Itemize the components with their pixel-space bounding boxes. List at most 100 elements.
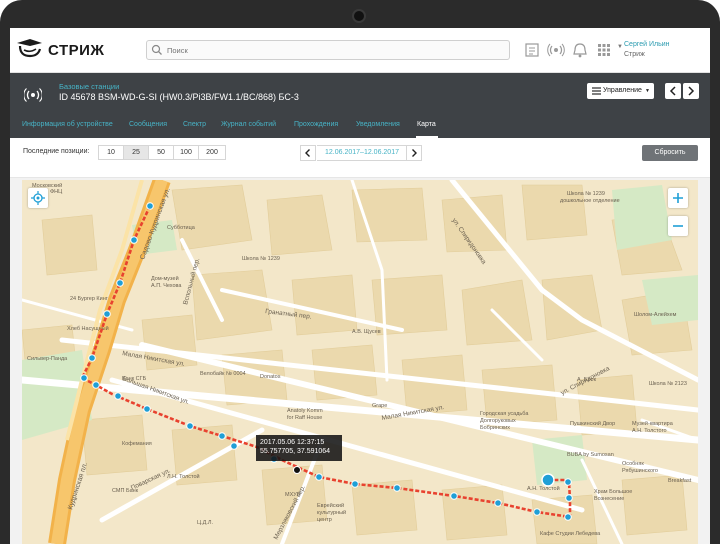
svg-text:Кофемания: Кофемания (122, 441, 152, 447)
svg-text:СМП Банк: СМП Банк (112, 488, 139, 494)
tab-notifications[interactable]: Уведомления (356, 121, 400, 128)
tab-map[interactable]: Карта (417, 121, 436, 128)
reset-button[interactable]: Сбросить (642, 145, 698, 161)
svg-text:культурный: культурный (317, 509, 346, 516)
user-menu-chevron-icon[interactable]: ▼ (617, 44, 623, 50)
prev-device-button[interactable] (665, 83, 681, 99)
current-position-marker[interactable] (541, 473, 555, 487)
date-range-field[interactable]: 12.06.2017–12.06.2017 (317, 145, 407, 161)
svg-text:Школа № 1239: Школа № 1239 (567, 191, 605, 197)
svg-text:Школа № 2123: Школа № 2123 (649, 381, 687, 387)
user-menu[interactable]: Сергей Ильин Стриж (624, 40, 670, 60)
device-frame: СТРИЖ Поиск ▼ Сергей Ильин Стриж Базовые… (0, 0, 720, 544)
route-point[interactable] (450, 492, 458, 500)
svg-text:Grape: Grape (372, 403, 387, 409)
map-view[interactable]: Садово-Кудринская ул. Кудринская пл. Всп… (22, 180, 698, 544)
route-point[interactable] (116, 279, 124, 287)
chevron-left-icon (669, 86, 676, 96)
apps-grid-icon[interactable] (595, 41, 613, 59)
tab-messages[interactable]: Сообщения (129, 121, 167, 128)
tab-spectrum[interactable]: Спектр (183, 121, 206, 128)
zoom-out-button[interactable] (668, 216, 688, 236)
chevron-left-icon (305, 149, 310, 157)
svg-text:Кафе Студии Лебедева: Кафе Студии Лебедева (540, 531, 601, 537)
route-point[interactable] (114, 392, 122, 400)
svg-text:Велобайк № 0004: Велобайк № 0004 (200, 370, 246, 377)
route-point[interactable] (130, 236, 138, 244)
route-point[interactable] (533, 508, 541, 516)
search-input[interactable] (167, 42, 497, 58)
svg-text:Donatos: Donatos (260, 374, 281, 380)
route-point[interactable] (80, 374, 88, 382)
svg-text:А.В. Щусев: А.В. Щусев (352, 329, 381, 335)
positions-option-10[interactable]: 10 (98, 145, 124, 160)
swift-logo-icon (17, 39, 42, 58)
tooltip-coordinates: 55.757705, 37.591064 (260, 448, 331, 455)
locate-button[interactable] (28, 188, 48, 208)
route-point[interactable] (218, 432, 226, 440)
camera-dot (352, 9, 366, 23)
route-point[interactable] (186, 422, 194, 430)
tab-passages[interactable]: Прохождения (294, 121, 338, 128)
route-point[interactable] (103, 310, 111, 318)
route-point[interactable] (564, 478, 572, 486)
locate-icon (31, 191, 45, 205)
user-org: Стриж (624, 51, 645, 58)
svg-text:BUBA by Sumosan: BUBA by Sumosan (567, 452, 614, 458)
svg-text:Храм Большое: Храм Большое (594, 489, 632, 495)
route-point[interactable] (146, 202, 154, 210)
breadcrumb[interactable]: Базовые станции (59, 82, 119, 91)
tab-event-log[interactable]: Журнал событий (221, 121, 276, 128)
route-point[interactable] (494, 499, 502, 507)
map-canvas[interactable]: Садово-Кудринская ул. Кудринская пл. Всп… (22, 180, 698, 544)
date-next-button[interactable] (406, 145, 422, 161)
route-point[interactable] (92, 381, 100, 389)
user-name: Сергей Ильин (624, 41, 670, 48)
position-tooltip: 2017.05.06 12:37:15 55.757705, 37.591064 (256, 435, 342, 461)
svg-text:А.Н. Толстого: А.Н. Толстого (632, 428, 667, 434)
tab-device-info[interactable]: Информация об устройстве (22, 121, 113, 128)
control-dropdown-label: Управление (603, 87, 642, 94)
route-point[interactable] (88, 354, 96, 362)
svg-text:Долгоруковых: Долгоруковых (480, 418, 516, 424)
search-box[interactable] (146, 40, 510, 60)
route-point[interactable] (315, 473, 323, 481)
route-point[interactable] (393, 484, 401, 492)
chevron-right-icon (688, 86, 695, 96)
route-point[interactable] (565, 494, 573, 502)
svg-text:Банк СГБ: Банк СГБ (122, 376, 147, 382)
route-point[interactable] (564, 513, 572, 521)
route-point[interactable] (143, 405, 151, 413)
app-screen: СТРИЖ Поиск ▼ Сергей Ильин Стриж Базовые… (10, 28, 710, 544)
svg-text:Дом-музей: Дом-музей (151, 275, 179, 282)
page-title: ID 45678 BSM-WD-G-SI (HW0.3/Pi3B/FW1.1/B… (59, 92, 299, 102)
svg-text:МХУБ: МХУБ (285, 492, 301, 498)
document-icon[interactable] (523, 41, 541, 59)
antenna-icon[interactable] (547, 41, 565, 59)
chevron-down-icon: ▼ (645, 88, 650, 94)
svg-text:Breakfast: Breakfast (668, 478, 692, 484)
control-dropdown-button[interactable]: Управление ▼ (587, 83, 654, 99)
svg-text:Музей-квартира: Музей-квартира (632, 420, 674, 427)
positions-option-25[interactable]: 25 (123, 145, 149, 160)
sliders-icon (592, 87, 601, 95)
positions-option-200[interactable]: 200 (198, 145, 226, 160)
positions-option-50[interactable]: 50 (148, 145, 174, 160)
bell-icon[interactable] (571, 41, 589, 59)
next-device-button[interactable] (683, 83, 699, 99)
positions-option-100[interactable]: 100 (173, 145, 199, 160)
logo[interactable]: СТРИЖ (14, 36, 124, 64)
zoom-in-icon (673, 193, 683, 203)
date-prev-button[interactable] (300, 145, 316, 161)
svg-text:А.П. Чехова: А.П. Чехова (151, 283, 182, 289)
svg-text:центр: центр (317, 517, 332, 523)
svg-text:Школа № 1239: Школа № 1239 (242, 256, 280, 262)
svg-text:Пушкинский Двор: Пушкинский Двор (570, 420, 615, 427)
svg-text:24 Бургер Кинг: 24 Бургер Кинг (70, 296, 108, 302)
positions-label: Последние позиции: (23, 148, 90, 155)
svg-text:А.Н. Толстой: А.Н. Толстой (527, 485, 560, 492)
zoom-in-button[interactable] (668, 188, 688, 208)
route-point[interactable] (351, 480, 359, 488)
route-point[interactable] (230, 442, 238, 450)
selected-position-marker[interactable] (293, 466, 301, 474)
